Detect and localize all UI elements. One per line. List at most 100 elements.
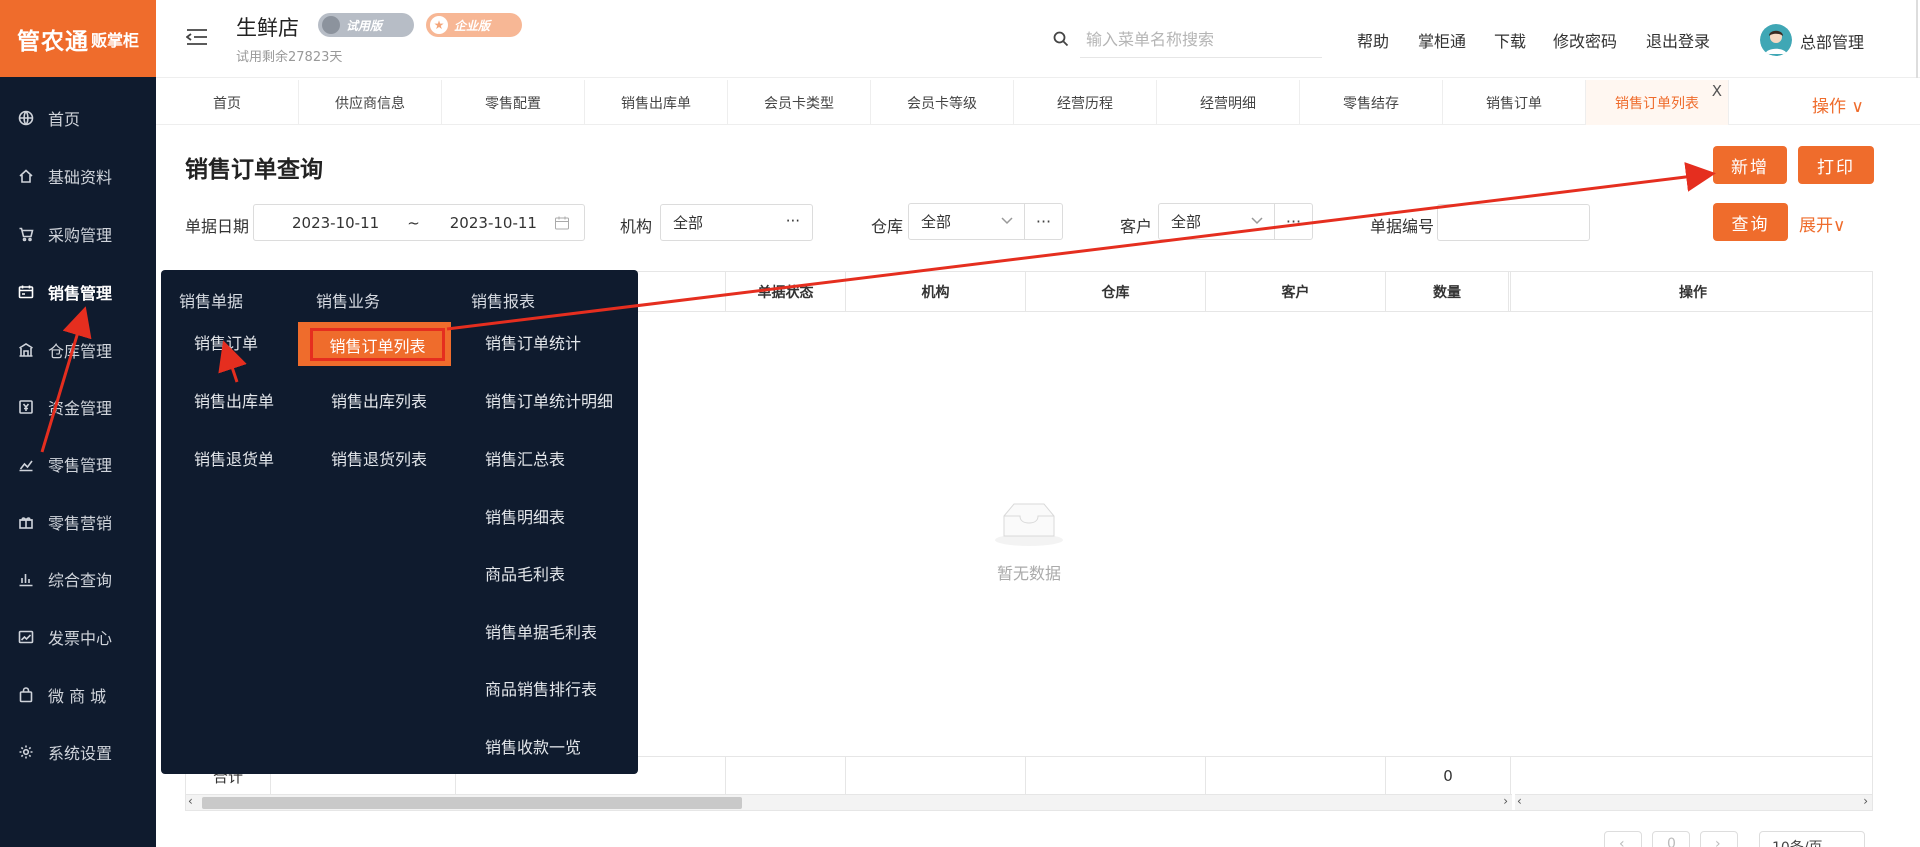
sidebar-item-label: 微 商 城 (48, 687, 107, 706)
logout-link[interactable]: 退出登录 (1646, 28, 1710, 52)
org-select[interactable]: 全部 ··· (660, 204, 813, 241)
sidebar-item-basic-data[interactable]: 基础资料 (0, 156, 156, 196)
tab-member-card-type[interactable]: 会员卡类型 (728, 80, 871, 125)
menu-item-sales-outbound-list[interactable]: 销售出库列表 (331, 388, 427, 412)
sidebar-item-funds[interactable]: 资金管理 (0, 387, 156, 427)
docno-label: 单据编号 (1370, 217, 1435, 236)
menu-item-sales-summary[interactable]: 销售汇总表 (485, 446, 565, 470)
tab-sales-order[interactable]: 销售订单 (1443, 80, 1586, 125)
sidebar-item-sales[interactable]: 销售管理 (0, 272, 156, 312)
zhangguitong-link[interactable]: 掌柜通 (1418, 28, 1466, 52)
menu-item-sales-order-list[interactable]: 销售订单列表 (310, 328, 445, 361)
date-to: 2023-10-11 (449, 213, 537, 232)
empty-box-icon (995, 503, 1063, 546)
sidebar-item-query[interactable]: 综合查询 (0, 559, 156, 599)
sidebar-item-label: 仓库管理 (48, 342, 113, 361)
globe-icon (18, 110, 34, 126)
sidebar-item-retail[interactable]: 零售管理 (0, 444, 156, 484)
tab-retail-stock[interactable]: 零售结存 (1300, 80, 1443, 125)
tab-retail-config[interactable]: 零售配置 (442, 80, 585, 125)
sidebar-item-purchase[interactable]: 采购管理 (0, 214, 156, 254)
menu-item-gross-profit[interactable]: 商品毛利表 (485, 561, 565, 585)
tab-business-detail[interactable]: 经营明细 (1157, 80, 1300, 125)
col-customer[interactable]: 客户 (1206, 272, 1386, 312)
menu-item-sales-order[interactable]: 销售订单 (194, 330, 258, 354)
close-icon[interactable]: X (1712, 82, 1722, 100)
page-size-text: 10条/页 (1772, 837, 1823, 847)
warehouse-select[interactable]: 全部 ··· (908, 203, 1063, 240)
next-page-button[interactable]: › (1700, 831, 1738, 847)
sidebar-item-settings[interactable]: 系统设置 (0, 732, 156, 772)
sidebar-item-mall[interactable]: 微 商 城 (0, 675, 156, 715)
menu-search-input[interactable] (1080, 22, 1322, 58)
sidebar-item-invoice[interactable]: 发票中心 (0, 617, 156, 657)
chevron-down-icon (1001, 217, 1013, 225)
menu-item-sales-detail[interactable]: 销售明细表 (485, 504, 565, 528)
expand-link[interactable]: 展开∨ (1799, 211, 1845, 236)
col-status[interactable]: 单据状态 (726, 272, 846, 312)
query-button[interactable]: 查询 (1713, 203, 1788, 241)
date-label: 单据日期 (185, 217, 250, 236)
scroll-right-icon[interactable]: › (1503, 794, 1508, 808)
tab-operations-menu[interactable]: 操作 ∨ (1812, 92, 1864, 117)
logo-sub-text: 贩掌柜 (90, 30, 139, 50)
sidebar-item-marketing[interactable]: 零售营销 (0, 502, 156, 542)
org-more-icon[interactable]: ··· (786, 212, 800, 230)
customer-select[interactable]: 全部 ··· (1158, 203, 1313, 240)
print-button[interactable]: 打印 (1798, 146, 1874, 184)
bar-icon (18, 571, 34, 587)
menu-item-receipts[interactable]: 销售收款一览 (485, 734, 581, 758)
sidebar: 管农通 贩掌柜 首页 基础资料 采购管理 销售管理 仓库管理 资金管理 零售管理… (0, 0, 156, 847)
col-warehouse[interactable]: 仓库 (1026, 272, 1206, 312)
search-icon[interactable] (1052, 30, 1070, 48)
tab-sales-order-list[interactable]: 销售订单列表 X (1586, 80, 1729, 125)
mega-col-title-business: 销售业务 (316, 292, 381, 311)
col-operations[interactable]: 操作 (1514, 272, 1872, 312)
customer-more-button[interactable]: ··· (1274, 204, 1312, 239)
empty-text: 暂无数据 (997, 564, 1062, 583)
prev-page-button[interactable]: ‹ (1604, 831, 1642, 847)
warehouse-value: 全部 (921, 213, 952, 231)
horizontal-scrollbar[interactable]: ‹ › (186, 794, 1512, 810)
col-quantity[interactable]: 数量 (1386, 272, 1511, 312)
docno-input[interactable] (1437, 204, 1590, 241)
tab-supplier[interactable]: 供应商信息 (299, 80, 442, 125)
tab-home[interactable]: 首页 (156, 80, 299, 125)
download-link[interactable]: 下载 (1494, 28, 1526, 52)
scrollbar-thumb[interactable] (202, 797, 742, 809)
date-range-picker[interactable]: 2023-10-11 ~ 2023-10-11 (253, 204, 585, 241)
sidebar-item-label: 零售营销 (48, 514, 113, 533)
menu-item-sales-return-list[interactable]: 销售退货列表 (331, 446, 427, 470)
tab-business-history[interactable]: 经营历程 (1014, 80, 1157, 125)
change-password-link[interactable]: 修改密码 (1553, 28, 1617, 52)
app-logo: 管农通 贩掌柜 (0, 0, 156, 77)
sidebar-item-warehouse[interactable]: 仓库管理 (0, 330, 156, 370)
sidebar-item-label: 采购管理 (48, 226, 113, 245)
menu-item-doc-gross-profit[interactable]: 销售单据毛利表 (485, 619, 597, 643)
sidebar-item-home[interactable]: 首页 (0, 98, 156, 138)
menu-item-sales-ranking[interactable]: 商品销售排行表 (485, 676, 597, 700)
scroll-left-icon[interactable]: ‹ (188, 794, 193, 808)
scroll-right-icon[interactable]: › (1863, 794, 1868, 808)
menu-item-order-stats-detail[interactable]: 销售订单统计明细 (485, 388, 613, 412)
page-size-select[interactable]: 10条/页 (1759, 831, 1865, 847)
avatar[interactable] (1760, 24, 1792, 56)
add-button[interactable]: 新增 (1713, 146, 1787, 184)
col-org[interactable]: 机构 (846, 272, 1026, 312)
menu-item-sales-outbound[interactable]: 销售出库单 (194, 388, 274, 412)
horizontal-scrollbar-right[interactable]: ‹ › (1515, 794, 1872, 810)
tab-member-card-level[interactable]: 会员卡等级 (871, 80, 1014, 125)
page-number[interactable]: 0 (1652, 831, 1690, 847)
customer-label: 客户 (1120, 217, 1153, 236)
tab-sales-outbound[interactable]: 销售出库单 (585, 80, 728, 125)
scroll-left-icon[interactable]: ‹ (1517, 794, 1522, 808)
menu-fold-icon[interactable] (186, 28, 208, 46)
menu-item-sales-return[interactable]: 销售退货单 (194, 446, 274, 470)
trial-badge: 试用版 (318, 13, 414, 37)
help-link[interactable]: 帮助 (1357, 28, 1389, 52)
trial-badge-label: 试用版 (346, 18, 383, 33)
user-name[interactable]: 总部管理 (1800, 29, 1864, 53)
warehouse-more-button[interactable]: ··· (1024, 204, 1062, 239)
menu-item-order-stats[interactable]: 销售订单统计 (485, 330, 581, 354)
enterprise-badge-label: 企业版 (454, 18, 491, 33)
